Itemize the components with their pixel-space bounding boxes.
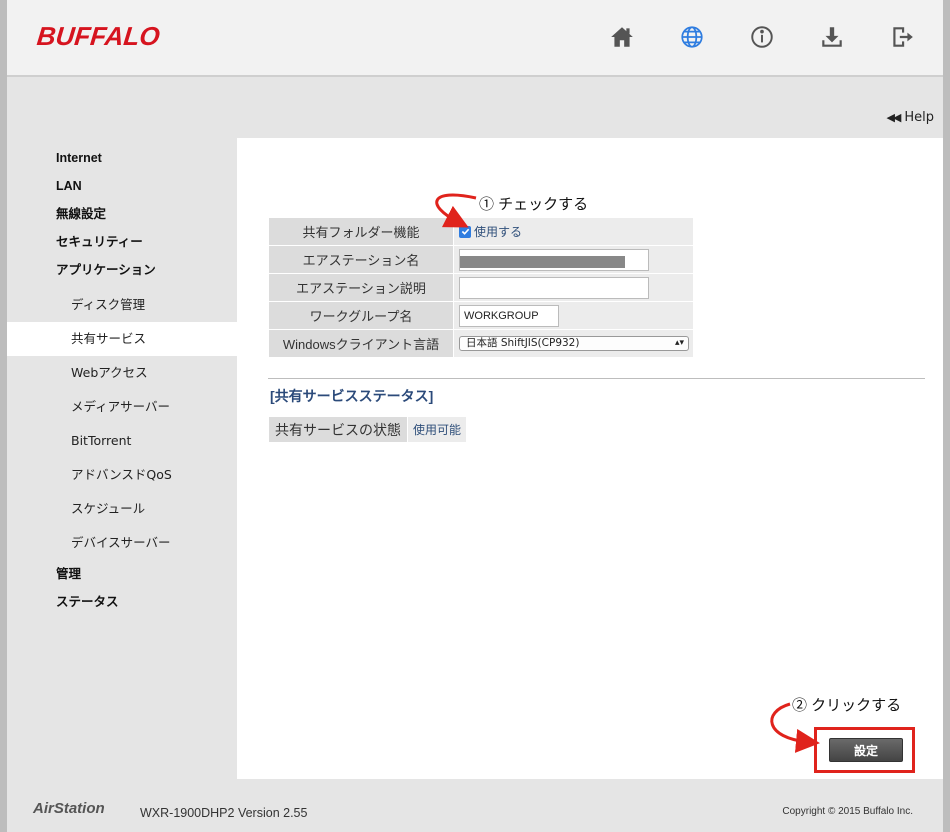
info-icon[interactable] — [747, 22, 777, 52]
sidebar-item-management[interactable]: 管理 — [7, 564, 236, 592]
status-row: 共有サービスの状態 使用可能 — [268, 416, 468, 443]
form-row-workgroup: ワークグループ名 WORKGROUP — [268, 301, 694, 330]
sidebar-item-device-server[interactable]: デバイスサーバー — [7, 526, 236, 560]
sidebar-nav: Internet LAN 無線設定 セキュリティー アプリケーション ディスク管… — [7, 148, 238, 620]
buffalo-logo[interactable]: BUFFALO — [35, 21, 161, 52]
redaction-bar — [460, 255, 625, 268]
sidebar-item-lan[interactable]: LAN — [7, 176, 236, 204]
shared-service-form: 共有フォルダー機能 使用する エアステーション名 エアステーション説明 ワークグ… — [268, 217, 694, 358]
sidebar-item-internet[interactable]: Internet — [7, 148, 236, 176]
client-lang-selected: 日本語 ShiftJIS(CP932) — [466, 337, 580, 349]
sidebar-item-disk-management[interactable]: ディスク管理 — [7, 288, 236, 322]
set-button[interactable]: 設定 — [829, 738, 903, 762]
sidebar-item-application[interactable]: アプリケーション — [7, 260, 236, 288]
client-lang-label: Windowsクライアント言語 — [268, 329, 454, 358]
status-value: 使用可能 — [406, 416, 468, 443]
workgroup-input[interactable]: WORKGROUP — [459, 304, 559, 327]
sidebar-item-shared-service[interactable]: 共有サービス — [7, 322, 238, 356]
station-name-input[interactable] — [459, 248, 649, 271]
status-section-title: [共有サービスステータス] — [270, 388, 434, 404]
form-row-client-lang: Windowsクライアント言語 日本語 ShiftJIS(CP932) ▴▾ — [268, 329, 694, 358]
shared-folder-toggle[interactable]: 使用する — [459, 223, 693, 240]
sidebar-item-advanced-qos[interactable]: アドバンスドQoS — [7, 458, 236, 492]
collapse-arrows-icon: ◀◀ — [886, 111, 901, 124]
copyright: Copyright © 2015 Buffalo Inc. — [782, 806, 913, 817]
station-desc-label: エアステーション説明 — [268, 273, 454, 302]
sidebar-item-bittorrent[interactable]: BitTorrent — [7, 424, 236, 458]
shared-folder-checkbox[interactable] — [459, 225, 471, 238]
form-row-station-desc: エアステーション説明 — [268, 273, 694, 302]
top-header: BUFFALO — [7, 0, 943, 77]
sidebar-item-schedule[interactable]: スケジュール — [7, 492, 236, 526]
sidebar-item-status[interactable]: ステータス — [7, 592, 236, 620]
shared-folder-label: 共有フォルダー機能 — [268, 217, 454, 246]
check-icon — [461, 228, 469, 235]
home-icon[interactable] — [607, 22, 637, 52]
model-version: WXR-1900DHP2 Version 2.55 — [140, 806, 308, 820]
set-button-highlight: 設定 — [814, 727, 915, 773]
client-lang-select[interactable]: 日本語 ShiftJIS(CP932) ▴▾ — [459, 336, 689, 351]
top-icon-bar — [607, 22, 950, 52]
select-updown-icon: ▴▾ — [674, 338, 684, 348]
annotation-step2: ② クリックする — [792, 697, 902, 714]
sidebar-item-media-server[interactable]: メディアサーバー — [7, 390, 236, 424]
status-label: 共有サービスの状態 — [268, 416, 408, 443]
main-content: ① チェックする 共有フォルダー機能 使用する エアステーション名 エアステーシ… — [237, 138, 943, 779]
help-link[interactable]: ◀◀ Help — [886, 110, 934, 125]
sidebar-item-web-access[interactable]: Webアクセス — [7, 356, 236, 390]
station-name-label: エアステーション名 — [268, 245, 454, 274]
annotation-step1: ① チェックする — [479, 196, 589, 213]
form-row-shared-folder: 共有フォルダー機能 使用する — [268, 217, 694, 246]
shared-folder-checkbox-label: 使用する — [474, 225, 523, 239]
airstation-logo: AirStation — [33, 800, 105, 817]
help-label: Help — [904, 110, 934, 125]
section-divider — [268, 378, 925, 379]
status-table: 共有サービスの状態 使用可能 — [268, 416, 468, 443]
station-desc-input[interactable] — [459, 276, 649, 299]
logout-icon[interactable] — [887, 22, 917, 52]
workgroup-label: ワークグループ名 — [268, 301, 454, 330]
sidebar-item-wireless[interactable]: 無線設定 — [7, 204, 236, 232]
footer: AirStation WXR-1900DHP2 Version 2.55 Cop… — [7, 780, 943, 832]
globe-icon[interactable] — [677, 22, 707, 52]
download-icon[interactable] — [817, 22, 847, 52]
sidebar-item-security[interactable]: セキュリティー — [7, 232, 236, 260]
form-row-station-name: エアステーション名 — [268, 245, 694, 274]
